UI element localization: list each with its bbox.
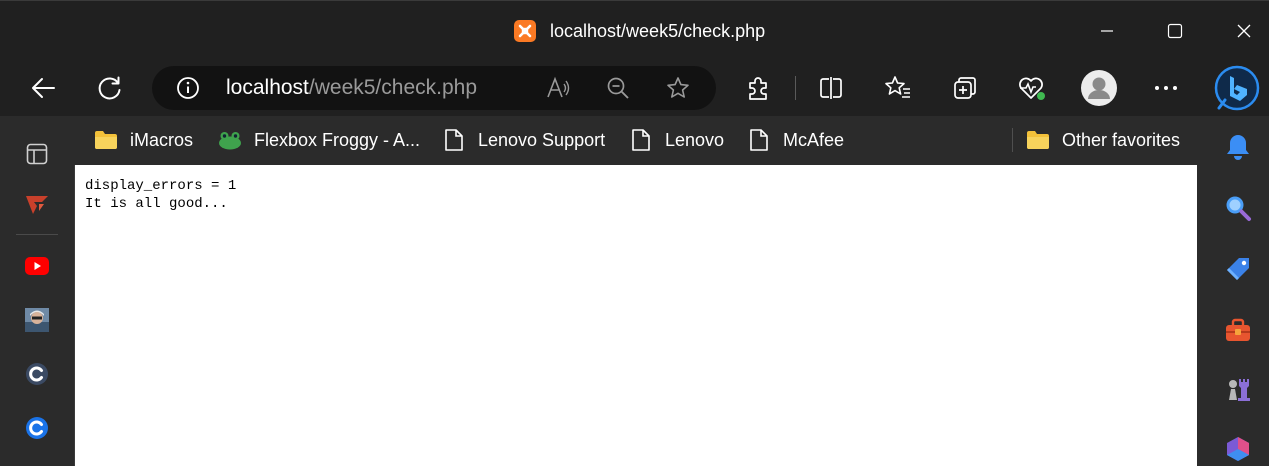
window-title: localhost/week5/check.php <box>514 19 765 43</box>
c-logo-blue-icon <box>26 417 48 439</box>
tab-actions-icon <box>26 143 48 165</box>
minimize-icon <box>1101 30 1113 32</box>
collections-button[interactable] <box>945 68 985 108</box>
settings-more-button[interactable] <box>1146 68 1186 108</box>
tab-item-avatar[interactable] <box>24 307 50 333</box>
profile-avatar[interactable] <box>1081 70 1117 106</box>
page-icon <box>442 128 466 152</box>
back-button[interactable] <box>23 68 63 108</box>
maximize-icon <box>1167 23 1183 39</box>
toolbar-divider <box>795 76 796 100</box>
address-bar[interactable]: localhost/week5/check.php <box>152 66 716 110</box>
bing-chat-icon[interactable] <box>1213 64 1261 112</box>
office-icon <box>1227 437 1249 461</box>
minimize-button[interactable] <box>1087 13 1127 49</box>
tab-item-c-dark[interactable] <box>24 361 50 387</box>
tab-item-c-blue[interactable] <box>24 415 50 441</box>
edge-sidebar <box>1197 116 1269 466</box>
youtube-icon <box>25 257 49 275</box>
page-icon <box>629 128 653 152</box>
collections-icon <box>954 77 976 99</box>
xampp-icon <box>514 20 536 42</box>
refresh-icon <box>98 76 121 100</box>
favorite-mcafee[interactable]: McAfee <box>747 125 844 155</box>
bell-icon <box>1227 135 1249 160</box>
page-content: display_errors = 1 It is all good... <box>74 165 1197 466</box>
folder-icon <box>94 128 118 152</box>
url-host: localhost <box>226 76 309 99</box>
user-icon <box>1088 77 1110 99</box>
window-title-text: localhost/week5/check.php <box>550 20 766 41</box>
favorite-label: Lenovo <box>665 129 725 150</box>
favorites-button[interactable] <box>878 68 918 108</box>
url-text: localhost/week5/check.php <box>226 76 477 100</box>
favorite-label: Flexbox Froggy - A... <box>254 129 421 150</box>
chess-icon <box>1229 379 1250 401</box>
maximize-button[interactable] <box>1155 13 1195 49</box>
read-aloud-icon[interactable] <box>546 76 570 100</box>
favorite-imacros[interactable]: iMacros <box>94 125 193 155</box>
frog-icon <box>218 128 242 152</box>
favorite-label: Lenovo Support <box>478 129 606 150</box>
other-favorites-label: Other favorites <box>1062 129 1181 150</box>
tab-group-divider <box>16 234 58 235</box>
shopping-button[interactable] <box>1223 254 1253 284</box>
person-photo-icon <box>25 308 49 332</box>
favorite-lenovo-support[interactable]: Lenovo Support <box>442 125 605 155</box>
office-button[interactable] <box>1223 434 1253 464</box>
output-line: display_errors = 1 <box>85 178 237 194</box>
search-icon <box>1226 196 1251 221</box>
browser-essentials-button[interactable] <box>1011 68 1051 108</box>
red-logo-icon <box>26 196 48 214</box>
tab-actions-button[interactable] <box>24 141 50 167</box>
toolbox-icon <box>1226 318 1250 341</box>
tab-item-youtube[interactable] <box>24 253 50 279</box>
games-button[interactable] <box>1223 375 1253 405</box>
tab-item-1[interactable] <box>24 192 50 218</box>
extensions-button[interactable] <box>738 68 778 108</box>
favorites-divider <box>1012 128 1013 152</box>
tools-button[interactable] <box>1223 315 1253 345</box>
favorite-lenovo[interactable]: Lenovo <box>629 125 724 155</box>
more-dots-icon <box>1155 86 1177 90</box>
puzzle-icon <box>749 77 767 100</box>
site-info-icon[interactable] <box>176 76 200 100</box>
zoom-out-icon[interactable] <box>606 76 630 100</box>
title-bar: localhost/week5/check.php <box>0 0 1269 60</box>
split-screen-icon <box>820 77 842 99</box>
price-tag-icon <box>1227 258 1249 280</box>
star-icon[interactable] <box>666 76 690 100</box>
c-logo-icon <box>26 363 48 385</box>
page-output: display_errors = 1 It is all good... <box>85 177 236 213</box>
back-arrow-icon <box>32 78 55 98</box>
vertical-tabs-bar <box>0 116 74 466</box>
notifications-button[interactable] <box>1223 132 1253 162</box>
favorite-flexbox-froggy[interactable]: Flexbox Froggy - A... <box>218 125 420 155</box>
favorite-label: McAfee <box>783 129 845 150</box>
close-window-button[interactable] <box>1224 13 1264 49</box>
other-favorites[interactable]: Other favorites <box>1026 125 1180 155</box>
favorite-label: iMacros <box>130 129 194 150</box>
close-icon <box>1237 24 1251 38</box>
favorites-star-list-icon <box>885 76 910 98</box>
browser-toolbar: localhost/week5/check.php <box>0 60 1269 116</box>
folder-icon <box>1026 128 1050 152</box>
url-path: /week5/check.php <box>308 76 477 99</box>
output-line: It is all good... <box>85 196 228 212</box>
refresh-button[interactable] <box>90 68 130 108</box>
heart-pulse-icon <box>1019 77 1045 100</box>
page-icon <box>747 128 771 152</box>
favorites-bar: iMacros Flexbox Froggy - A... Lenovo Sup… <box>74 116 1197 165</box>
split-screen-button[interactable] <box>811 68 851 108</box>
search-sidebar-button[interactable] <box>1223 193 1253 223</box>
